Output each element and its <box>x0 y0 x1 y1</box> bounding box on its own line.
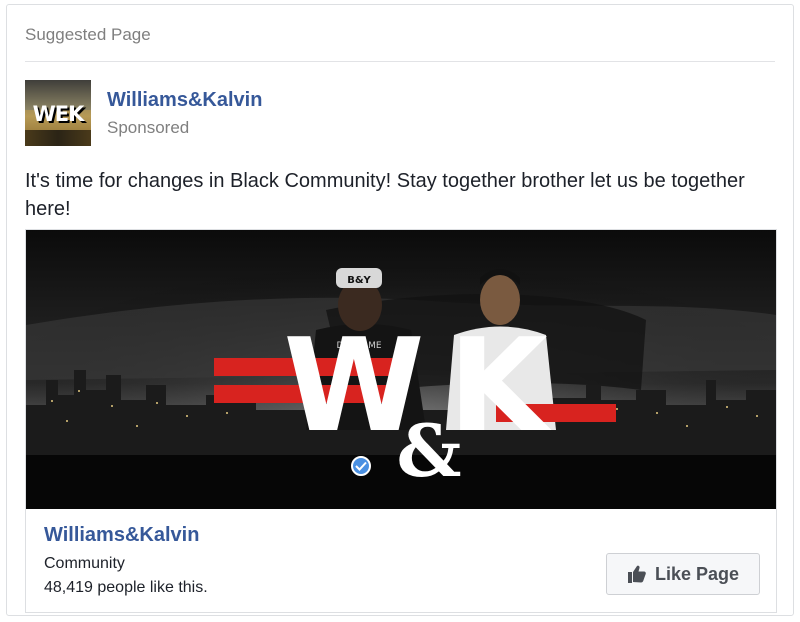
link-page-likes: 48,419 people like this. <box>44 579 208 596</box>
like-page-label: Like Page <box>654 563 740 584</box>
thumbs-up-icon <box>627 565 646 583</box>
cover-art: B&Y DON'T ME W & K <box>26 230 776 509</box>
link-info: Williams&Kalvin Community 48,419 people … <box>44 524 208 597</box>
link-page-title[interactable]: Williams&Kalvin <box>44 524 208 547</box>
link-page-category: Community <box>44 555 125 572</box>
header-divider <box>25 61 775 62</box>
sponsored-label[interactable]: Sponsored <box>107 118 189 138</box>
page-name-link[interactable]: Williams&Kalvin <box>107 89 262 112</box>
logo-letter-k: K <box>448 312 552 461</box>
suggested-page-label: Suggested Page <box>25 25 151 44</box>
cover-photo[interactable]: B&Y DON'T ME W & K <box>26 230 776 509</box>
page-avatar[interactable]: WEK <box>25 80 91 146</box>
like-page-button[interactable]: Like Page <box>606 553 760 595</box>
avatar-city <box>25 130 91 146</box>
page-attachment[interactable]: B&Y DON'T ME W & K Williams&Kalvin Commu… <box>25 229 777 613</box>
avatar-logo: WEK <box>32 102 85 126</box>
post-text: It's time for changes in Black Community… <box>25 170 745 220</box>
verified-check-icon <box>351 456 371 476</box>
sponsored-post-card: Suggested Page WEK Williams&Kalvin Spons… <box>6 4 794 616</box>
cap-text: B&Y <box>347 275 371 286</box>
